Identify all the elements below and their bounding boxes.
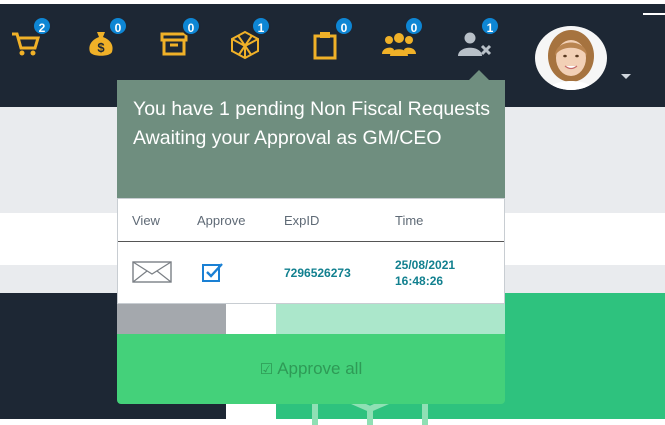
checkbox-icon: ☑ — [259, 361, 274, 378]
popup-pointer — [469, 70, 489, 80]
navbar-divider — [643, 13, 665, 15]
money-badge: 0 — [108, 16, 128, 36]
clipboard-badge: 0 — [334, 16, 354, 36]
time-cell: 25/08/2021 16:48:26 — [395, 257, 455, 289]
exp-id-cell: 7296526273 — [284, 266, 351, 280]
chevron-down-icon[interactable] — [621, 74, 631, 79]
users-button[interactable]: 0 — [382, 16, 432, 62]
time-date: 25/08/2021 — [395, 258, 456, 272]
popup-spacer — [117, 304, 505, 334]
money-button[interactable]: $ 0 — [86, 16, 136, 62]
user-remove-badge: 1 — [480, 16, 500, 36]
popup-message: You have 1 pending Non Fiscal Requests A… — [133, 98, 491, 149]
svg-text:$: $ — [97, 40, 105, 55]
column-header-time: Time — [395, 213, 424, 228]
envelope-icon[interactable] — [132, 261, 172, 283]
table-header-divider — [118, 241, 504, 242]
checkbox-icon[interactable] — [202, 262, 224, 282]
profile-avatar[interactable] — [535, 26, 607, 90]
cube-badge: 1 — [251, 16, 271, 36]
clipboard-button[interactable]: 0 — [312, 16, 362, 62]
archive-badge: 0 — [181, 16, 201, 36]
cart-button[interactable]: 2 — [10, 16, 60, 62]
column-header-view: View — [132, 213, 160, 228]
avatar-image — [548, 30, 594, 90]
popup-header: You have 1 pending Non Fiscal Requests A… — [117, 80, 505, 198]
column-header-expid: ExpID — [284, 213, 320, 228]
approve-all-label: Approve all — [277, 359, 363, 378]
time-clock: 16:48:26 — [395, 274, 444, 288]
archive-button[interactable]: 0 — [159, 16, 209, 62]
users-badge: 0 — [404, 16, 424, 36]
requests-table: View Approve ExpID Time 7296526273 25/08… — [117, 198, 505, 304]
approve-all-button[interactable]: ☑ Approve all — [117, 334, 505, 404]
cart-badge: 2 — [32, 16, 52, 36]
cube-button[interactable]: 1 — [229, 16, 279, 62]
column-header-approve: Approve — [197, 213, 246, 228]
clipboard-icon — [313, 32, 337, 60]
navbar-top-edge — [0, 0, 665, 4]
user-remove-button[interactable]: 1 — [458, 16, 508, 62]
